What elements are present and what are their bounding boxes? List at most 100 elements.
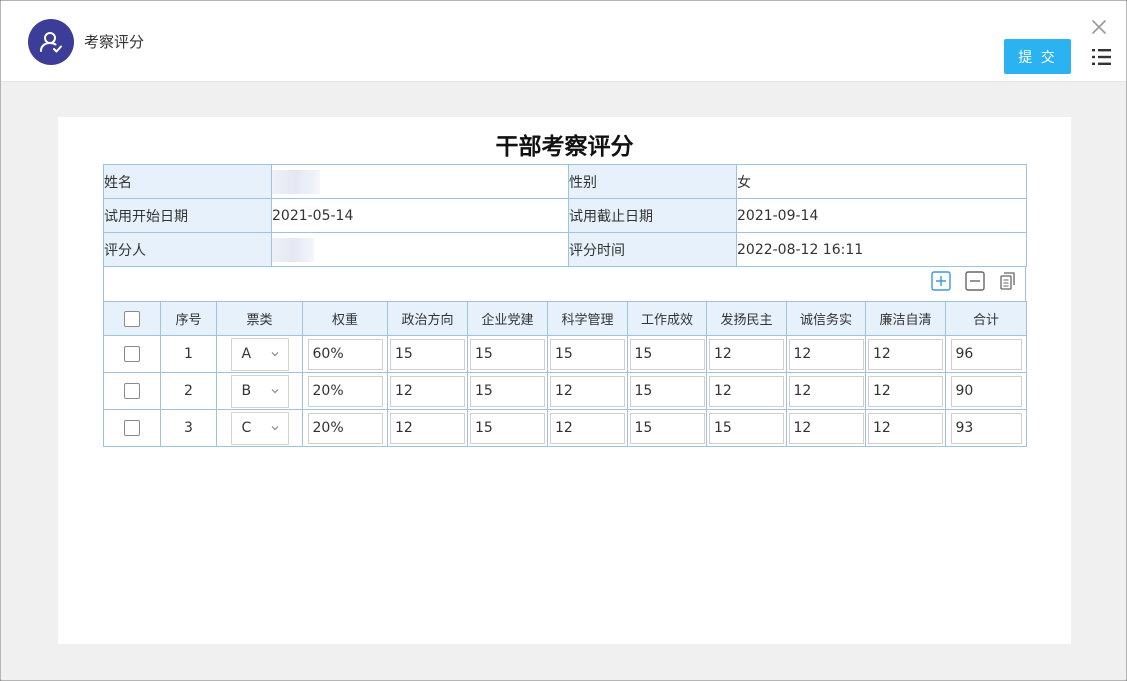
score-cell (786, 409, 866, 447)
row-select-cell (103, 372, 161, 410)
minus-box-icon[interactable] (965, 271, 985, 291)
weight-input[interactable] (307, 412, 383, 444)
col-header: 发扬民主 (706, 301, 787, 336)
score-input[interactable] (390, 338, 465, 370)
score-cell (627, 372, 707, 410)
score-cell (547, 372, 628, 410)
score-input[interactable] (390, 412, 465, 444)
page-title: 干部考察评分 (495, 134, 634, 160)
total-input[interactable] (950, 338, 1022, 370)
score-input[interactable] (868, 375, 943, 407)
trial-end-value: 2021-09-14 (736, 198, 1027, 233)
row-checkbox[interactable] (124, 383, 140, 399)
score-input[interactable] (788, 338, 864, 370)
score-input[interactable] (868, 338, 943, 370)
col-header: 诚信务实 (786, 301, 866, 336)
score-cell (706, 335, 787, 373)
close-icon[interactable] (1090, 18, 1108, 36)
score-cell (467, 372, 548, 410)
form-card: 干部考察评分 姓名 性别 女 试用开始日期 2021-05-14 试用截止日期 … (58, 117, 1071, 644)
col-header: 工作成效 (627, 301, 707, 336)
col-header: 政治方向 (387, 301, 468, 336)
rate-time-value: 2022-08-12 16:11 (736, 232, 1027, 267)
col-header: 序号 (160, 301, 217, 336)
score-cell (865, 409, 946, 447)
total-input[interactable] (950, 375, 1022, 407)
col-header: 票类 (216, 301, 303, 336)
score-cell (467, 409, 548, 447)
seq-cell: 3 (160, 409, 217, 447)
info-table: 姓名 性别 女 试用开始日期 2021-05-14 试用截止日期 2021-09… (103, 164, 1027, 267)
score-cell (547, 409, 628, 447)
score-input[interactable] (788, 412, 864, 444)
type-cell: B (216, 372, 303, 410)
score-cell (387, 335, 468, 373)
col-header: 权重 (302, 301, 388, 336)
grid-toolbar (103, 267, 1026, 301)
type-select[interactable]: C (230, 411, 289, 445)
score-input[interactable] (709, 412, 784, 444)
row-select-cell (103, 409, 161, 447)
col-header: 科学管理 (547, 301, 628, 336)
score-input[interactable] (470, 412, 545, 444)
trial-start-value: 2021-05-14 (271, 198, 569, 233)
col-header: 企业党建 (467, 301, 548, 336)
rater-label: 评分人 (103, 232, 272, 267)
score-cell (627, 409, 707, 447)
score-input[interactable] (709, 338, 784, 370)
trial-end-label: 试用截止日期 (568, 198, 737, 233)
score-input[interactable] (550, 338, 625, 370)
row-checkbox[interactable] (124, 420, 140, 436)
score-cell (786, 372, 866, 410)
row-checkbox[interactable] (124, 346, 140, 362)
chevron-down-icon (271, 388, 278, 393)
score-cell (706, 372, 787, 410)
score-table: 序号 票类 权重 政治方向 企业党建 科学管理 工作成效 发扬民主 诚信务实 廉… (103, 301, 1027, 447)
score-input[interactable] (788, 375, 864, 407)
seq-cell: 2 (160, 372, 217, 410)
score-input[interactable] (709, 375, 784, 407)
type-cell: C (216, 409, 303, 447)
table-row: 3 C (103, 409, 1027, 447)
score-cell (387, 409, 468, 447)
weight-input[interactable] (307, 338, 383, 370)
seq-cell: 1 (160, 335, 217, 373)
table-row: 1 A (103, 335, 1027, 373)
weight-cell (302, 372, 388, 410)
score-input[interactable] (629, 375, 705, 407)
plus-box-icon[interactable] (931, 271, 951, 291)
table-row: 2 B (103, 372, 1027, 410)
score-cell (627, 335, 707, 373)
weight-cell (302, 409, 388, 447)
type-select[interactable]: B (230, 374, 289, 408)
score-input[interactable] (550, 412, 625, 444)
weight-cell (302, 335, 388, 373)
chevron-down-icon (271, 425, 278, 430)
score-input[interactable] (470, 338, 545, 370)
score-cell (865, 372, 946, 410)
rater-value (271, 232, 569, 267)
score-input[interactable] (550, 375, 625, 407)
name-label: 姓名 (103, 164, 272, 199)
copy-icon[interactable] (998, 271, 1018, 291)
table-header-row: 序号 票类 权重 政治方向 企业党建 科学管理 工作成效 发扬民主 诚信务实 廉… (103, 301, 1027, 336)
total-input[interactable] (950, 412, 1022, 444)
submit-button[interactable]: 提 交 (1004, 39, 1071, 74)
trial-start-label: 试用开始日期 (103, 198, 272, 233)
score-input[interactable] (629, 412, 705, 444)
score-input[interactable] (629, 338, 705, 370)
score-cell (865, 335, 946, 373)
weight-input[interactable] (307, 375, 383, 407)
list-menu-icon[interactable] (1091, 47, 1113, 67)
score-input[interactable] (390, 375, 465, 407)
name-value (271, 164, 569, 199)
name-redacted (272, 169, 320, 194)
select-all-checkbox[interactable] (124, 310, 140, 327)
gender-value: 女 (736, 164, 1027, 199)
score-input[interactable] (868, 412, 943, 444)
score-input[interactable] (470, 375, 545, 407)
row-select-cell (103, 335, 161, 373)
type-select[interactable]: A (230, 337, 289, 371)
dialog-header: 考察评分 提 交 (1, 1, 1126, 82)
score-cell (387, 372, 468, 410)
